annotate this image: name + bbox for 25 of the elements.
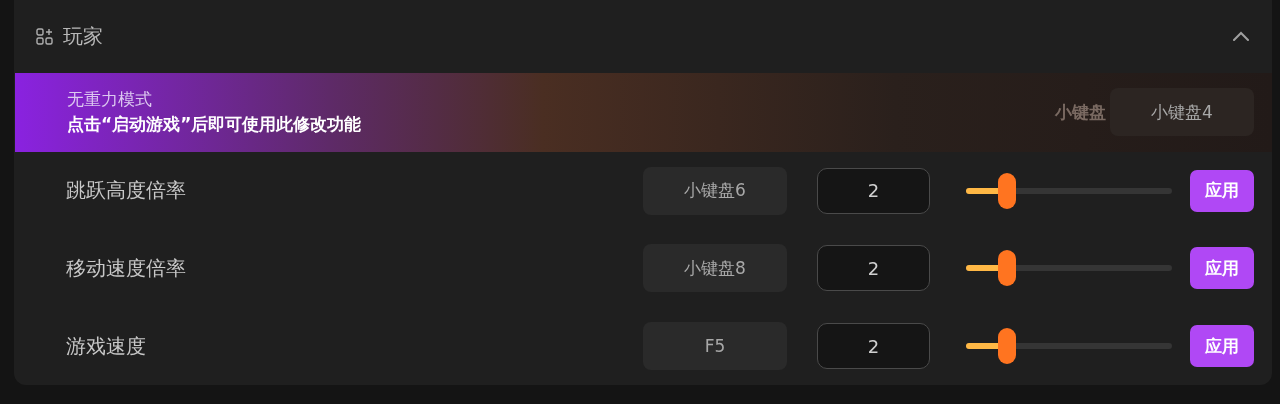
hotkey-button[interactable]: F5	[643, 322, 787, 371]
hint-text: 点击“启动游戏”后即可使用此修改功能	[67, 113, 363, 137]
feature-title: 无重力模式	[67, 88, 153, 112]
hotkey-button[interactable]: 小键盘6	[643, 166, 787, 215]
value-input[interactable]: 2	[817, 167, 930, 214]
ghost-hotkey: 小键盘	[1055, 100, 1106, 124]
slider-track[interactable]	[966, 343, 1172, 350]
setting-label: 跳跃高度倍率	[66, 177, 187, 204]
apps-icon	[36, 27, 53, 45]
apply-button[interactable]: 应用	[1190, 247, 1254, 290]
value-input[interactable]: 2	[817, 323, 930, 370]
setting-label: 移动速度倍率	[66, 254, 187, 282]
hotkey-button[interactable]: 小键盘8	[643, 244, 787, 293]
slider-track[interactable]	[966, 265, 1172, 272]
slider-thumb[interactable]	[998, 250, 1017, 287]
slider-track[interactable]	[966, 187, 1172, 194]
chevron-up-icon[interactable]	[1232, 31, 1250, 42]
slider-thumb[interactable]	[998, 328, 1017, 365]
value-input[interactable]: 2	[817, 245, 930, 292]
setting-label: 游戏速度	[66, 332, 147, 360]
section-title: 玩家	[63, 22, 104, 50]
apply-button[interactable]: 应用	[1190, 169, 1254, 212]
slider-thumb[interactable]	[998, 172, 1017, 209]
apply-button[interactable]: 应用	[1190, 325, 1254, 368]
hotkey-button[interactable]: 小键盘4	[1110, 88, 1254, 137]
